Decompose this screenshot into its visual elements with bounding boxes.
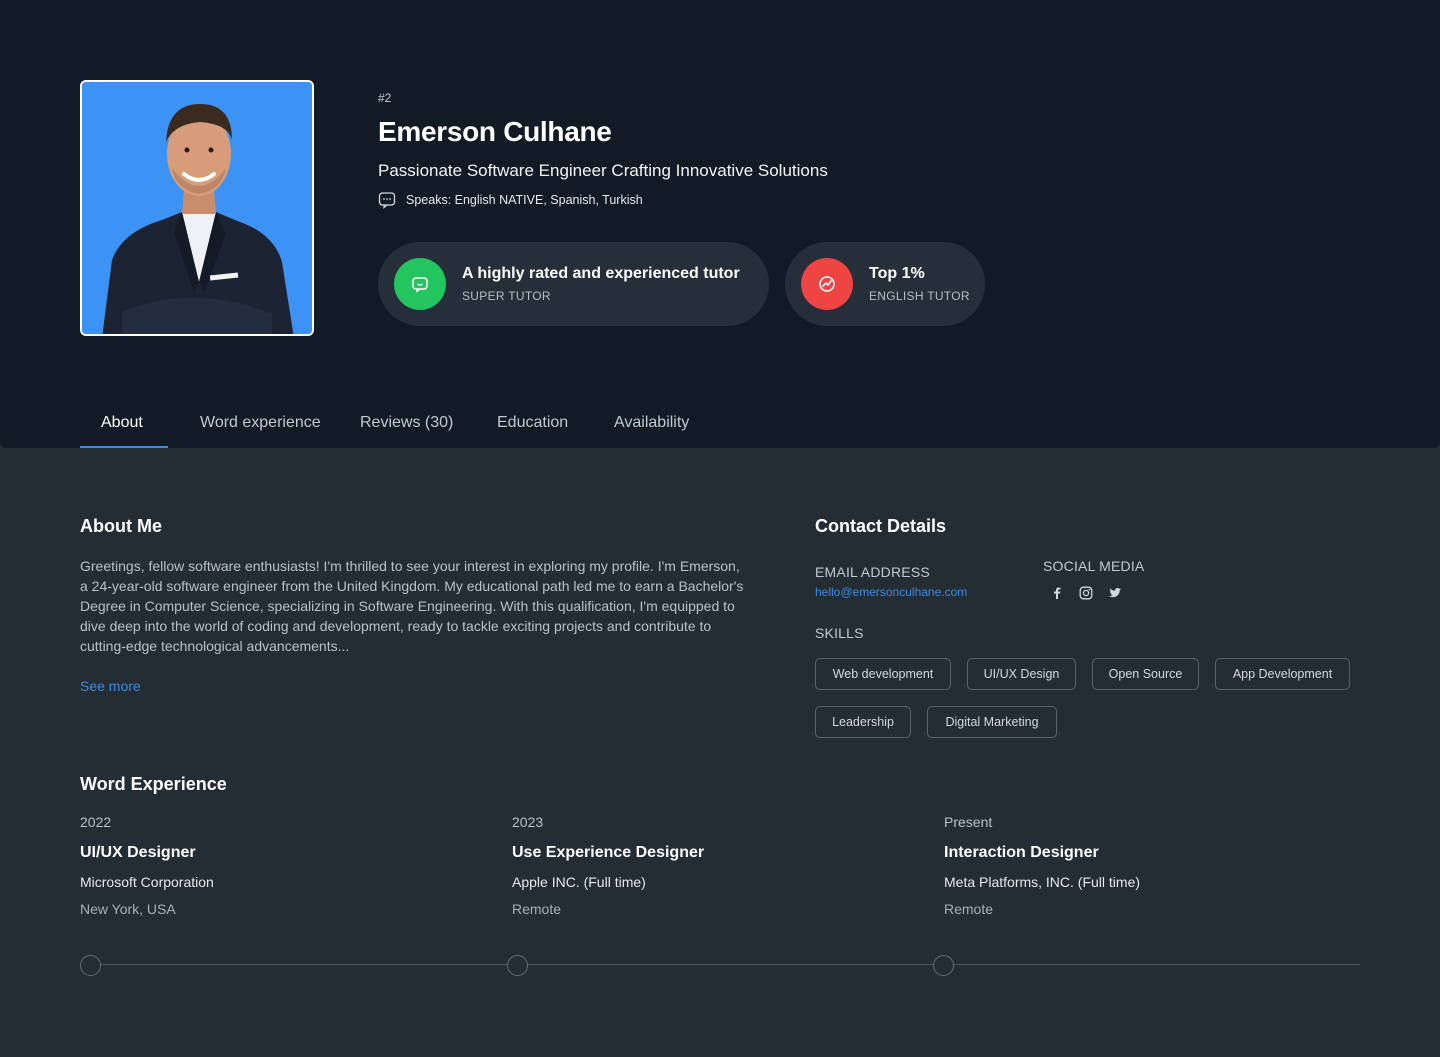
profile-rank: #2 bbox=[378, 91, 392, 105]
languages-row: Speaks: English NATIVE, Spanish, Turkish bbox=[378, 191, 643, 209]
skill-tag[interactable]: App Development bbox=[1215, 658, 1350, 690]
timeline-dot bbox=[507, 955, 528, 976]
badge-title: Top 1% bbox=[869, 265, 925, 282]
about-text: Greetings, fellow software enthusiasts! … bbox=[80, 558, 744, 654]
about-title: About Me bbox=[80, 516, 162, 536]
email-label: EMAIL ADDRESS bbox=[815, 564, 930, 580]
contact-title: Contact Details bbox=[815, 516, 947, 536]
experience-year: 2023 bbox=[512, 814, 544, 830]
tab-word-experience[interactable]: Word experience bbox=[200, 414, 321, 432]
experience-location: New York, USA bbox=[80, 901, 176, 917]
timeline-line bbox=[90, 964, 1360, 965]
languages-text: Speaks: English NATIVE, Spanish, Turkish bbox=[406, 193, 643, 207]
facebook-icon[interactable] bbox=[1049, 585, 1065, 601]
tab-availability[interactable]: Availability bbox=[614, 414, 689, 432]
skill-tag[interactable]: Digital Marketing bbox=[927, 706, 1057, 738]
skills-label: SKILLS bbox=[815, 625, 864, 641]
experience-title: Word Experience bbox=[80, 774, 227, 794]
badge-subtitle: SUPER TUTOR bbox=[462, 289, 551, 303]
tab-about[interactable]: About bbox=[101, 414, 143, 432]
twitter-icon[interactable] bbox=[1107, 585, 1123, 601]
skill-tag[interactable]: Web development bbox=[815, 658, 951, 690]
experience-company: Meta Platforms, INC. (Full time) bbox=[944, 874, 1141, 890]
badge-subtitle: ENGLISH TUTOR bbox=[869, 289, 970, 303]
avatar bbox=[80, 80, 314, 336]
chat-bubble-icon bbox=[378, 192, 396, 209]
experience-role: Interaction Designer bbox=[944, 844, 1099, 861]
experience-item: 2023 Use Experience Designer Apple INC. … bbox=[512, 814, 892, 917]
timeline-dot bbox=[80, 955, 101, 976]
social-links bbox=[1049, 585, 1123, 601]
super-tutor-badge: A highly rated and experienced tutor SUP… bbox=[378, 242, 769, 326]
timeline-dot bbox=[933, 955, 954, 976]
skill-tag[interactable]: UI/UX Design bbox=[967, 658, 1076, 690]
person-portrait-icon bbox=[82, 82, 312, 334]
experience-location: Remote bbox=[944, 901, 994, 917]
tab-education[interactable]: Education bbox=[497, 414, 568, 432]
email-link[interactable]: hello@emersonculhane.com bbox=[815, 585, 967, 599]
active-tab-indicator bbox=[80, 446, 168, 448]
chat-bubble-icon bbox=[412, 277, 428, 293]
instagram-icon[interactable] bbox=[1078, 585, 1094, 601]
top-tutor-badge: Top 1% ENGLISH TUTOR bbox=[785, 242, 985, 326]
badge-icon-circle bbox=[394, 258, 446, 310]
experience-item: Present Interaction Designer Meta Platfo… bbox=[944, 814, 1324, 917]
skill-tag[interactable]: Leadership bbox=[815, 706, 911, 738]
social-label: SOCIAL MEDIA bbox=[1043, 558, 1145, 574]
see-more-link[interactable]: See more bbox=[80, 678, 141, 694]
experience-role: UI/UX Designer bbox=[80, 844, 196, 861]
trend-chart-icon bbox=[819, 276, 835, 292]
skill-tag[interactable]: Open Source bbox=[1092, 658, 1199, 690]
experience-company: Apple INC. (Full time) bbox=[512, 874, 646, 890]
badge-title: A highly rated and experienced tutor bbox=[462, 265, 740, 282]
profile-header: #2 Emerson Culhane Passionate Software E… bbox=[0, 0, 1440, 448]
experience-year: 2022 bbox=[80, 814, 112, 830]
profile-name: Emerson Culhane bbox=[378, 116, 612, 147]
profile-tagline: Passionate Software Engineer Crafting In… bbox=[378, 161, 828, 180]
experience-year: Present bbox=[944, 814, 993, 830]
badge-icon-circle bbox=[801, 258, 853, 310]
tab-reviews[interactable]: Reviews (30) bbox=[360, 414, 453, 432]
experience-role: Use Experience Designer bbox=[512, 844, 705, 861]
experience-company: Microsoft Corporation bbox=[80, 874, 214, 890]
experience-item: 2022 UI/UX Designer Microsoft Corporatio… bbox=[80, 814, 460, 917]
experience-location: Remote bbox=[512, 901, 562, 917]
